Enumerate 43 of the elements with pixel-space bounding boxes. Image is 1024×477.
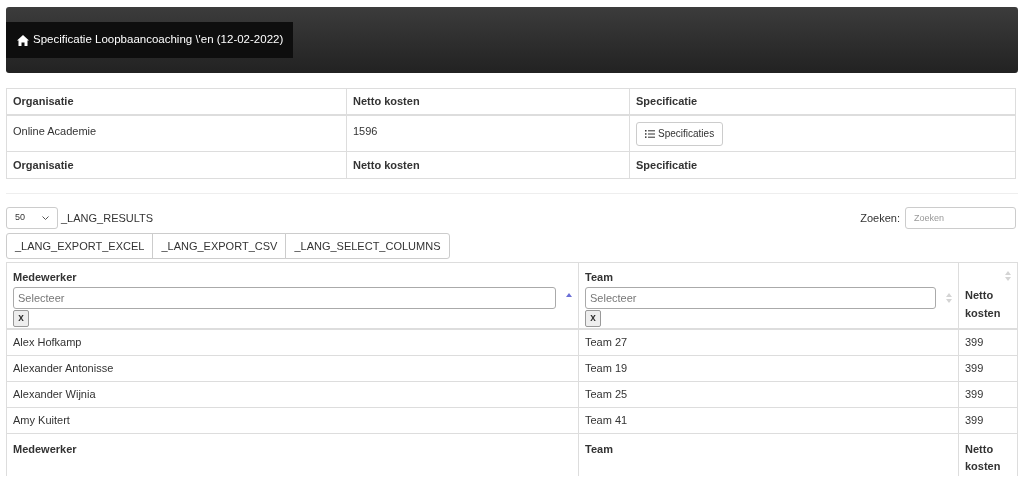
column-header: Team	[585, 270, 614, 285]
chevron-down-icon	[42, 216, 49, 220]
table-cell-text: Amy Kuitert	[13, 413, 70, 429]
table-cell-text: Team 25	[585, 387, 628, 403]
column-footer: Netto kosten	[965, 443, 1001, 472]
search-label: Zoeken:	[860, 210, 900, 226]
table-cell-text: Team 41	[585, 413, 628, 429]
column-footer: Specificatie	[636, 156, 698, 174]
table-cell-text: 399	[965, 387, 984, 403]
home-icon	[17, 34, 29, 46]
table-cell-text: 399	[965, 361, 984, 377]
table-cell-text: Alexander Wijnia	[13, 387, 96, 403]
column-header: Medewerker	[13, 270, 78, 285]
table-cell: 1596	[353, 125, 378, 137]
column-header: Organisatie	[13, 94, 74, 110]
page-title-tab[interactable]: Specificatie Loopbaancoaching \'en (12-02-2022)	[6, 22, 293, 58]
list-icon	[645, 129, 655, 138]
export-button[interactable]: _LANG_SELECT_COLUMNS	[285, 233, 450, 259]
table-cell-text: Alexander Antonisse	[13, 361, 114, 377]
column-header: Netto kosten	[353, 94, 420, 110]
column-header: Specificatie	[636, 94, 698, 110]
search-field[interactable]: Zoeken	[905, 207, 1016, 229]
clear-filter-button[interactable]: x	[585, 309, 601, 327]
export-button[interactable]: _LANG_EXPORT_EXCEL	[6, 233, 154, 259]
filter-field[interactable]: Selecteer	[13, 286, 556, 309]
export-button[interactable]: _LANG_EXPORT_CSV	[152, 233, 287, 259]
specifications-button[interactable]: Specificaties	[636, 121, 724, 146]
column-footer: Team	[585, 443, 613, 455]
column-header: Netto kosten	[965, 288, 1002, 321]
table-cell-text: 399	[965, 413, 984, 429]
table-cell-text: 399	[965, 335, 984, 351]
page-title: Specificatie Loopbaancoaching \'en (12-02-2022)	[33, 32, 284, 48]
table-cell-text: Alex Hofkamp	[13, 335, 82, 351]
page-length-select[interactable]: 50	[6, 207, 58, 229]
column-footer: Organisatie	[13, 156, 74, 174]
table-cell-text: Team 27	[585, 335, 628, 351]
results-label: _LANG_RESULTS	[61, 210, 154, 226]
table-cell-text: Team 19	[585, 361, 628, 377]
column-footer: Netto kosten	[353, 156, 420, 174]
filter-field[interactable]: Selecteer	[585, 286, 936, 309]
column-footer: Medewerker	[13, 443, 77, 455]
table-cell: Online Academie	[13, 125, 97, 137]
clear-filter-button[interactable]: x	[13, 309, 29, 327]
